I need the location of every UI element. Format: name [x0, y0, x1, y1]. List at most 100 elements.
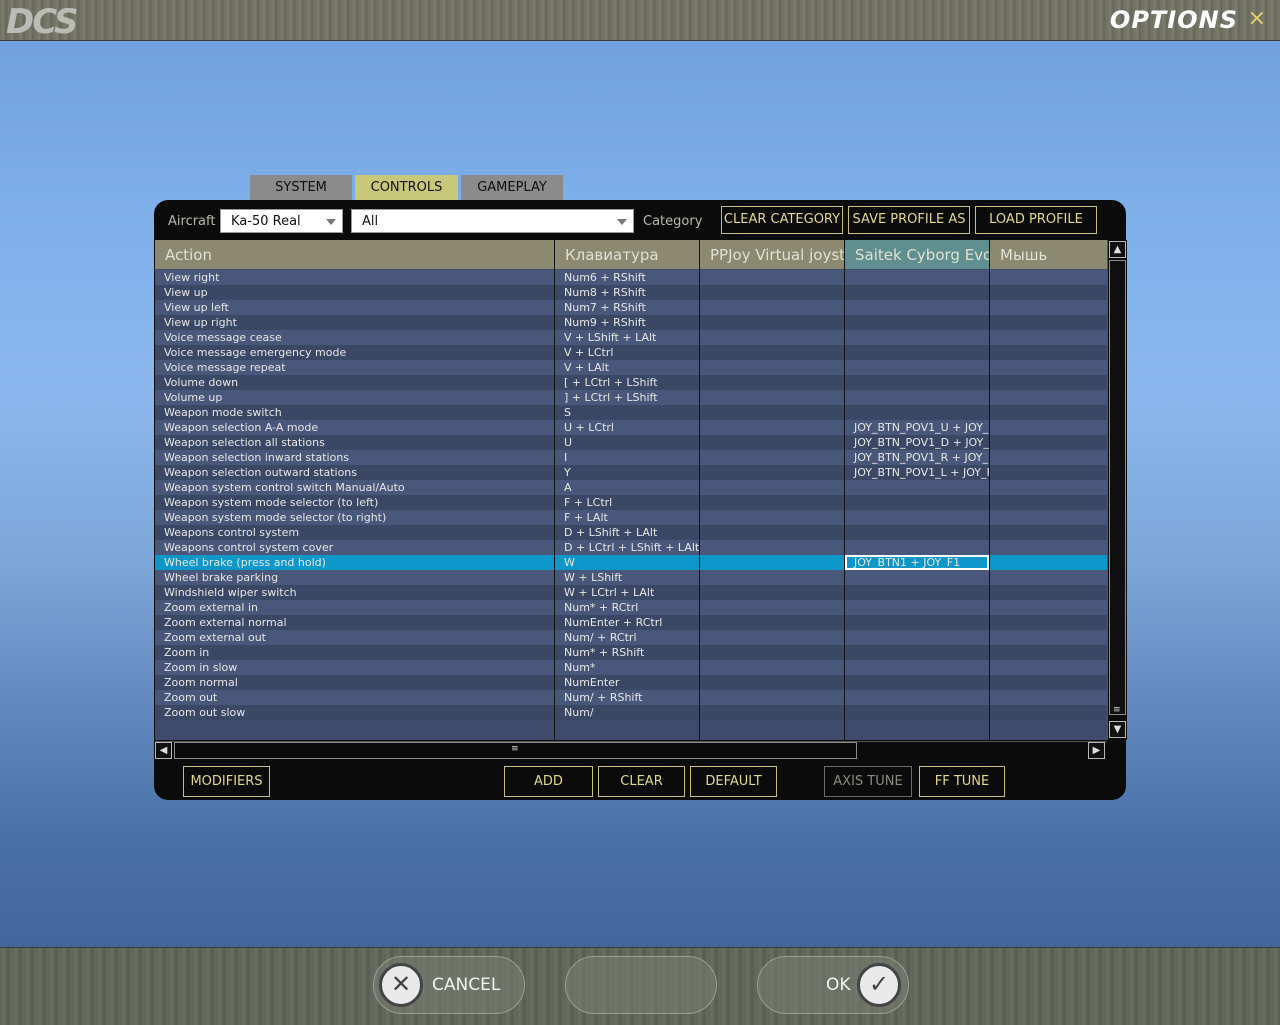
- table-row[interactable]: Windshield wiper switch W + LCtrl + LAlt: [155, 585, 1107, 600]
- table-row[interactable]: Zoom out Num/ + RShift: [155, 690, 1107, 705]
- cell-ppjoy[interactable]: [700, 390, 845, 405]
- table-row[interactable]: Weapon selection outward stations Y JOY_BT…: [155, 465, 1107, 480]
- cell-keyboard[interactable]: Num/ + RShift: [555, 690, 700, 705]
- cell-keyboard[interactable]: V + LCtrl: [555, 345, 700, 360]
- table-row[interactable]: Volume down[ + LCtrl + LShift: [155, 375, 1107, 390]
- cell-saitek[interactable]: [845, 300, 990, 315]
- cell-keyboard[interactable]: F + LAlt: [555, 510, 700, 525]
- cell-mouse[interactable]: [990, 495, 1107, 510]
- cell-ppjoy[interactable]: [700, 375, 845, 390]
- table-row[interactable]: View up right Num9 + RShift: [155, 315, 1107, 330]
- cell-mouse[interactable]: [990, 585, 1107, 600]
- cell-mouse[interactable]: [990, 405, 1107, 420]
- table-row[interactable]: Zoom external out Num/ + RCtrl: [155, 630, 1107, 645]
- cell-mouse[interactable]: [990, 675, 1107, 690]
- cell-ppjoy[interactable]: [700, 615, 845, 630]
- cell-mouse[interactable]: [990, 315, 1107, 330]
- cell-mouse[interactable]: [990, 630, 1107, 645]
- scroll-up-icon[interactable]: ▲: [1109, 241, 1126, 258]
- cell-action[interactable]: Zoom external in: [155, 600, 555, 615]
- table-row[interactable]: View right Num6 + RShift: [155, 270, 1107, 285]
- table-row[interactable]: Wheel brake parking W + LShift: [155, 570, 1107, 585]
- cell-saitek[interactable]: [845, 675, 990, 690]
- cell-ppjoy[interactable]: [700, 360, 845, 375]
- cell-ppjoy[interactable]: [700, 660, 845, 675]
- cell-mouse[interactable]: [990, 645, 1107, 660]
- cell-keyboard[interactable]: V + LShift + LAlt: [555, 330, 700, 345]
- cell-mouse[interactable]: [990, 615, 1107, 630]
- cell-ppjoy[interactable]: [700, 540, 845, 555]
- cell-mouse[interactable]: [990, 705, 1107, 720]
- cell-action[interactable]: Weapon selection inward stations: [155, 450, 555, 465]
- cell-action[interactable]: Weapon mode switch: [155, 405, 555, 420]
- cell-saitek[interactable]: [845, 405, 990, 420]
- cell-action[interactable]: Zoom out: [155, 690, 555, 705]
- axis-tune-button[interactable]: AXIS TUNE: [824, 766, 912, 797]
- cell-mouse[interactable]: [990, 450, 1107, 465]
- cell-mouse[interactable]: [990, 270, 1107, 285]
- cell-ppjoy[interactable]: [700, 570, 845, 585]
- cell-action[interactable]: Zoom in: [155, 645, 555, 660]
- table-row[interactable]: Voice message repeat V + LAlt: [155, 360, 1107, 375]
- cell-action[interactable]: Zoom normal: [155, 675, 555, 690]
- cell-keyboard[interactable]: Num8 + RShift: [555, 285, 700, 300]
- cell-ppjoy[interactable]: [700, 285, 845, 300]
- cell-action[interactable]: Zoom external out: [155, 630, 555, 645]
- cell-saitek[interactable]: [845, 330, 990, 345]
- table-row[interactable]: Volume up] + LCtrl + LShift: [155, 390, 1107, 405]
- cell-ppjoy[interactable]: [700, 510, 845, 525]
- table-row[interactable]: View up left Num7 + RShift: [155, 300, 1107, 315]
- cell-mouse[interactable]: [990, 345, 1107, 360]
- table-row[interactable]: Weapon system mode selector (to left) F +…: [155, 495, 1107, 510]
- cell-saitek[interactable]: [845, 540, 990, 555]
- table-row[interactable]: Zoom out slow Num/: [155, 705, 1107, 720]
- clear-button[interactable]: CLEAR: [598, 766, 685, 797]
- cell-action[interactable]: Weapons control system cover: [155, 540, 555, 555]
- cell-action[interactable]: Wheel brake (press and hold): [155, 555, 555, 570]
- cell-ppjoy[interactable]: [700, 300, 845, 315]
- cell-saitek[interactable]: [845, 570, 990, 585]
- cell-ppjoy[interactable]: [700, 435, 845, 450]
- cell-mouse[interactable]: [990, 510, 1107, 525]
- cell-mouse[interactable]: [990, 300, 1107, 315]
- table-row[interactable]: Wheel brake (press and hold) W JOY_BTN1 + …: [155, 555, 1107, 570]
- cell-keyboard[interactable]: Y: [555, 465, 700, 480]
- cell-keyboard[interactable]: NumEnter: [555, 675, 700, 690]
- cell-saitek[interactable]: [845, 660, 990, 675]
- cell-keyboard[interactable]: U: [555, 435, 700, 450]
- cell-keyboard[interactable]: Num* + RShift: [555, 645, 700, 660]
- column-header-action[interactable]: Action: [155, 240, 555, 269]
- cell-saitek[interactable]: [845, 510, 990, 525]
- cell-ppjoy[interactable]: [700, 525, 845, 540]
- cell-action[interactable]: View up: [155, 285, 555, 300]
- cell-ppjoy[interactable]: [700, 315, 845, 330]
- cell-action[interactable]: Voice message emergency mode: [155, 345, 555, 360]
- vertical-scroll-thumb[interactable]: ≡: [1109, 260, 1126, 715]
- cell-saitek[interactable]: JOY_BTN_POV1_U + JOY_F: [845, 420, 990, 435]
- cell-ppjoy[interactable]: [700, 330, 845, 345]
- cell-ppjoy[interactable]: [700, 405, 845, 420]
- table-row[interactable]: Zoom in Num* + RShift: [155, 645, 1107, 660]
- table-row[interactable]: Weapon system mode selector (to right) F …: [155, 510, 1107, 525]
- tab-controls[interactable]: CONTROLS: [355, 175, 458, 201]
- cell-action[interactable]: Zoom in slow: [155, 660, 555, 675]
- cell-mouse[interactable]: [990, 570, 1107, 585]
- cell-saitek[interactable]: [845, 525, 990, 540]
- add-button[interactable]: ADD: [504, 766, 593, 797]
- modifiers-button[interactable]: MODIFIERS: [183, 766, 270, 797]
- cell-ppjoy[interactable]: [700, 675, 845, 690]
- cell-action[interactable]: Voice message repeat: [155, 360, 555, 375]
- cell-mouse[interactable]: [990, 480, 1107, 495]
- cell-action[interactable]: Windshield wiper switch: [155, 585, 555, 600]
- cell-keyboard[interactable]: Num*: [555, 660, 700, 675]
- cell-ppjoy[interactable]: [700, 495, 845, 510]
- cell-keyboard[interactable]: Num7 + RShift: [555, 300, 700, 315]
- cell-ppjoy[interactable]: [700, 465, 845, 480]
- cell-mouse[interactable]: [990, 465, 1107, 480]
- cell-keyboard[interactable]: Num6 + RShift: [555, 270, 700, 285]
- cell-mouse[interactable]: [990, 660, 1107, 675]
- scroll-right-icon[interactable]: ▶: [1088, 742, 1105, 759]
- cell-ppjoy[interactable]: [700, 600, 845, 615]
- cell-ppjoy[interactable]: [700, 420, 845, 435]
- table-row[interactable]: Weapon selection inward stations I JOY_BTN…: [155, 450, 1107, 465]
